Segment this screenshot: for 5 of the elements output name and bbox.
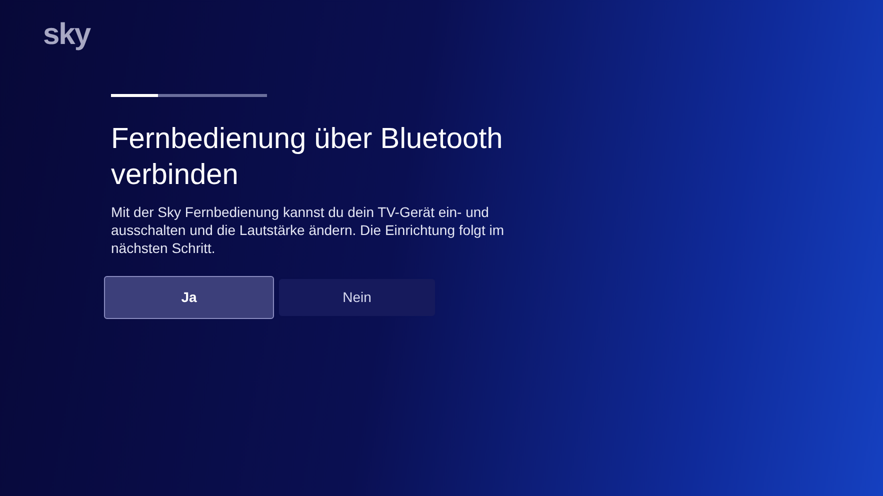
- description: Mit der Sky Fernbedienung kannst du dein TV-Gerät ein- und ausschalten und die Lautstärke ändern. Die Einrichtung folgt im nächsten Schritt.: [111, 203, 506, 257]
- title: Fernbedienung über Bluetooth verbinden: [111, 122, 504, 193]
- option-button[interactable]: Nein: [279, 279, 435, 316]
- option-button[interactable]: Ja: [104, 276, 274, 319]
- logo: sky: [43, 18, 90, 51]
